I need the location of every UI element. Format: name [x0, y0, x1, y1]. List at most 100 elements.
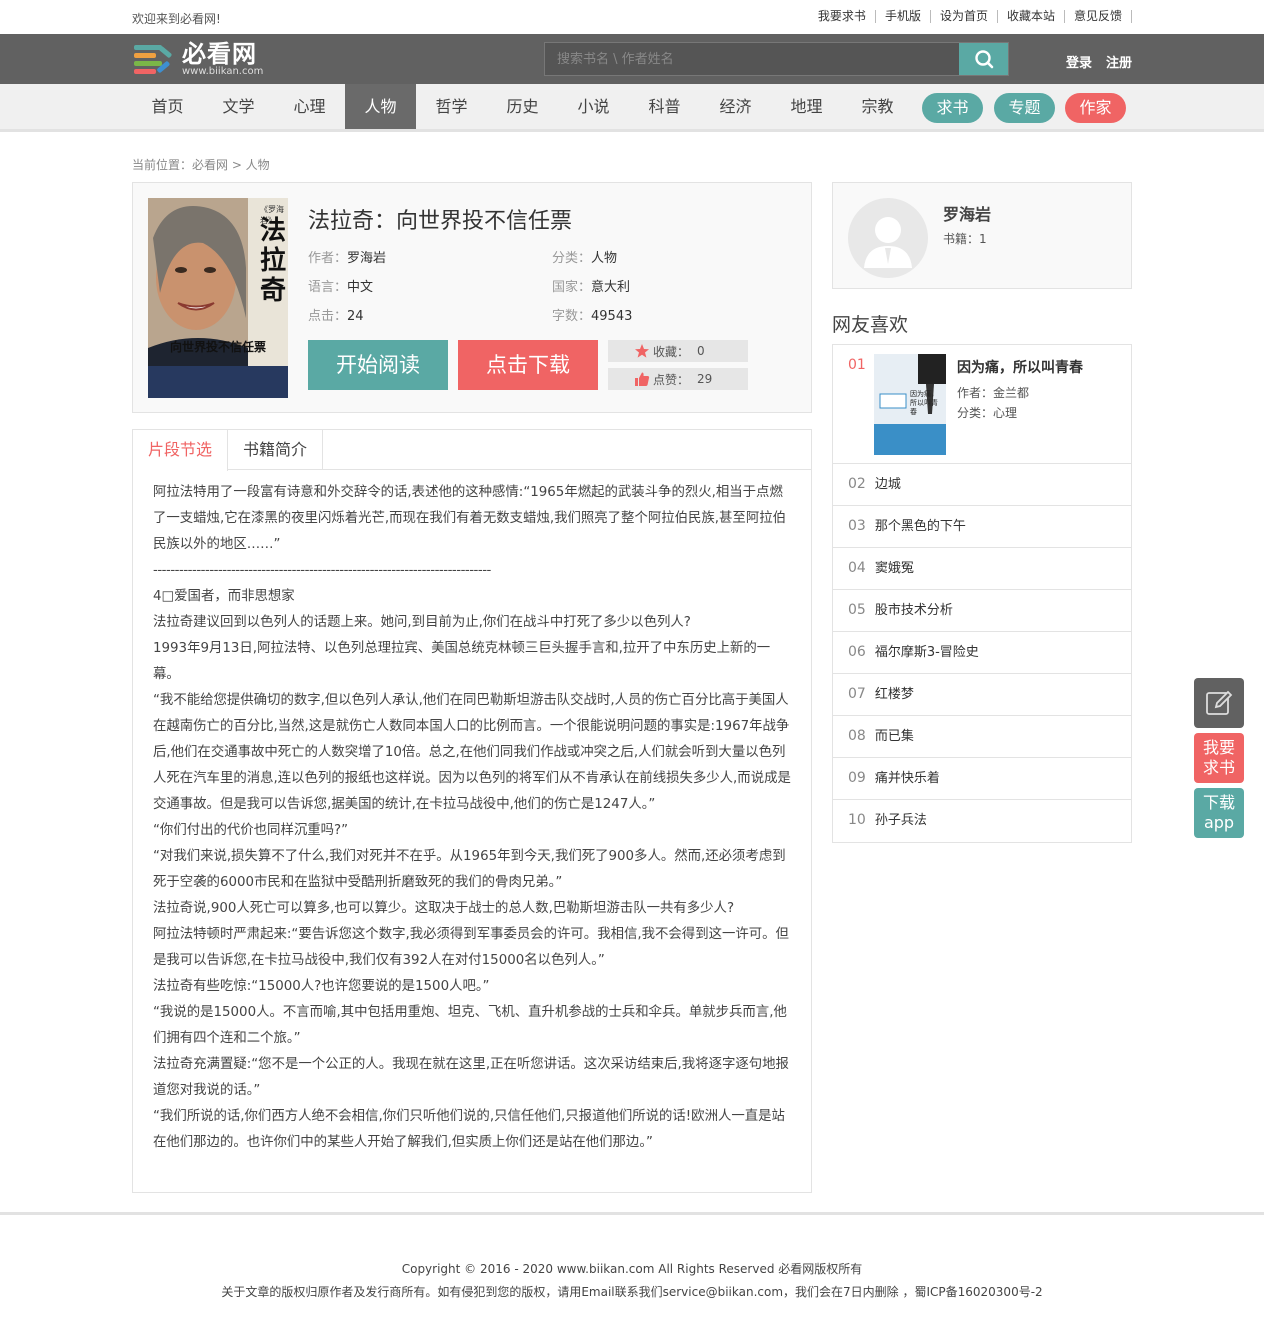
meta-words: 字数：49543	[552, 309, 633, 324]
recommend-title: 网友喜欢	[832, 314, 909, 336]
author-avatar[interactable]	[848, 198, 928, 278]
footer-copyright: Copyright © 2016 - 2020 www.biikan.com A…	[401, 1262, 863, 1276]
search-icon	[974, 50, 993, 69]
recommend-top-author: 作者：金兰都	[957, 386, 1030, 400]
excerpt-paragraph: 法拉奇说,900人死亡可以算多,也可以算少。这取决于战士的总人数,巴勒斯坦游击队…	[153, 901, 735, 916]
recommend-item[interactable]: 07 红楼梦	[833, 674, 1131, 716]
nav-item-literature[interactable]: 文学	[203, 84, 274, 129]
recommend-top-item[interactable]: 01 因为痛，所以叫青春 因为痛，所以叫青春 作者：金兰都 分类：心理	[833, 345, 1131, 464]
content-panel: 片段节选 书籍简介 阿拉法特用了一段富有诗意和外交辞令的话,表述他的这种感情:“…	[132, 429, 812, 1193]
auth-links: 登录 注册	[1066, 52, 1132, 71]
nav-item-economics[interactable]: 经济	[700, 84, 771, 129]
rank-number: 01	[848, 357, 866, 373]
meta-words-value: 49543	[591, 309, 633, 324]
float-request-book-button[interactable]: 我要 求书	[1194, 733, 1244, 783]
top-link-set-homepage[interactable]: 设为首页	[931, 10, 998, 23]
edit-icon	[1206, 690, 1233, 715]
excerpt-paragraph: 法拉奇建议回到以色列人的话题上来。她问,到目前为止,你们在战斗中打死了多少以色列…	[153, 615, 691, 630]
recommend-top-category: 分类：心理	[957, 406, 1018, 420]
header: 必看网 www.biikan.com 登录 注册	[0, 34, 1264, 84]
excerpt-paragraph: 1993年9月13日,阿拉法特、以色列总理拉宾、美国总统克林顿三巨头握手言和,拉…	[153, 641, 771, 682]
recommend-top-cover[interactable]: 因为痛，所以叫青春	[874, 354, 946, 455]
nav-item-science[interactable]: 科普	[629, 84, 700, 129]
favorite-button[interactable]: 收藏： 0	[608, 340, 748, 362]
search-button[interactable]	[959, 43, 1008, 75]
excerpt-separator: ----------------------------------------…	[153, 563, 491, 578]
nav-item-philosophy[interactable]: 哲学	[416, 84, 487, 129]
book-cover[interactable]: 《罗海岩》 法拉奇 向世界投不信任票	[148, 198, 288, 398]
nav-item-home[interactable]: 首页	[132, 84, 203, 129]
meta-country-value: 意大利	[591, 280, 631, 295]
top-link-request-book[interactable]: 我要求书	[809, 10, 876, 23]
nav-pill-authors[interactable]: 作家	[1065, 93, 1126, 123]
recommend-item[interactable]: 05 股市技术分析	[833, 590, 1131, 632]
user-silhouette-icon	[864, 217, 912, 268]
star-icon	[635, 344, 649, 358]
book-info-card: 《罗海岩》 法拉奇 向世界投不信任票 法拉奇：向世界投不信任票 作者：罗海岩 分…	[132, 182, 812, 413]
float-download-app-button[interactable]: 下载 app	[1194, 788, 1244, 838]
search-box	[544, 42, 1009, 76]
author-name[interactable]: 罗海岩	[943, 201, 991, 225]
recommend-item[interactable]: 08 而已集	[833, 716, 1131, 758]
recommend-item[interactable]: 04 窦娥冤	[833, 548, 1131, 590]
footer: Copyright © 2016 - 2020 www.biikan.com A…	[0, 1212, 1264, 1329]
nav-item-geography[interactable]: 地理	[771, 84, 842, 129]
logo-name: 必看网	[182, 39, 257, 68]
recommend-item[interactable]: 06 福尔摩斯3-冒险史	[833, 632, 1131, 674]
recommend-item[interactable]: 02 边城	[833, 464, 1131, 506]
meta-language: 语言：中文	[308, 280, 374, 295]
meta-country: 国家：意大利	[552, 280, 631, 295]
recommend-item[interactable]: 03 那个黑色的下午	[833, 506, 1131, 548]
top-link-feedback[interactable]: 意见反馈	[1065, 10, 1132, 23]
recommend-item[interactable]: 10 孙子兵法	[833, 800, 1131, 842]
content-tabs: 片段节选 书籍简介	[133, 430, 811, 471]
recommend-top-title[interactable]: 因为痛，所以叫青春	[957, 357, 1083, 377]
excerpt-paragraph: 阿拉法特顿时严肃起来:“要告诉您这个数字,我必须得到军事委员会的许可。我相信,我…	[153, 927, 789, 968]
excerpt-text: 阿拉法特用了一段富有诗意和外交辞令的话,表述他的这种感情:“1965年燃起的武装…	[133, 470, 811, 1156]
logo-mark-icon	[134, 43, 176, 75]
excerpt-paragraph: “我们所说的话,你们西方人绝不会相信,你们只听他们说的,只信任他们,只报道他们所…	[153, 1109, 785, 1150]
site-logo[interactable]: 必看网 www.biikan.com	[134, 42, 263, 76]
top-link-mobile[interactable]: 手机版	[876, 10, 931, 23]
breadcrumb: 当前位置：必看网 > 人物	[132, 158, 270, 172]
meta-clicks-value: 24	[347, 309, 364, 324]
top-link-bookmark[interactable]: 收藏本站	[998, 10, 1065, 23]
nav-item-fiction[interactable]: 小说	[558, 84, 629, 129]
start-reading-button[interactable]: 开始阅读	[308, 340, 448, 390]
excerpt-paragraph: 阿拉法特用了一段富有诗意和外交辞令的话,表述他的这种感情:“1965年燃起的武装…	[153, 485, 786, 552]
meta-category-value[interactable]: 人物	[591, 251, 617, 266]
like-button[interactable]: 点赞： 29	[608, 368, 748, 390]
cover-title: 法拉奇	[260, 216, 287, 306]
recommend-list: 01 因为痛，所以叫青春 因为痛，所以叫青春 作者：金兰都 分类：心理 02 边城…	[832, 344, 1132, 843]
nav-pill-topics[interactable]: 专题	[994, 93, 1055, 123]
login-link[interactable]: 登录	[1066, 52, 1092, 71]
meta-author: 作者：罗海岩	[308, 251, 387, 266]
meta-clicks: 点击：24	[308, 309, 364, 324]
thumbs-up-icon	[635, 372, 650, 386]
excerpt-paragraph: 4□爱国者，而非思想家	[153, 589, 295, 604]
author-card: 罗海岩 书籍：1	[832, 182, 1132, 289]
nav-item-biography[interactable]: 人物	[345, 84, 416, 129]
favorites-count: 0	[697, 344, 705, 358]
main-nav: 首页 文学 心理 人物 哲学 历史 小说 科普 经济 地理 宗教 求书 专题 作…	[0, 84, 1264, 132]
nav-pill-request[interactable]: 求书	[922, 93, 983, 123]
tab-introduction[interactable]: 书籍简介	[228, 430, 323, 470]
excerpt-paragraph: “你们付出的代价也同样沉重吗?”	[153, 823, 349, 838]
recommend-cover-title: 因为痛，所以叫青春	[910, 390, 938, 416]
meta-author-value[interactable]: 罗海岩	[347, 251, 386, 266]
recommend-item[interactable]: 09 痛并快乐着	[833, 758, 1131, 800]
search-input[interactable]	[545, 43, 959, 75]
logo-url: www.biikan.com	[182, 65, 264, 77]
excerpt-paragraph: “我说的是15000人。不言而喻,其中包括用重炮、坦克、飞机、直升机参战的士兵和…	[153, 1005, 787, 1046]
float-edit-button[interactable]	[1194, 678, 1244, 728]
nav-item-history[interactable]: 历史	[487, 84, 558, 129]
nav-item-religion[interactable]: 宗教	[842, 84, 913, 129]
welcome-text: 欢迎来到必看网!	[132, 12, 221, 26]
tab-excerpt[interactable]: 片段节选	[133, 430, 228, 471]
excerpt-paragraph: “我不能给您提供确切的数字,但以色列人承认,他们在同巴勒斯坦游击队交战时,人员的…	[153, 693, 791, 812]
register-link[interactable]: 注册	[1106, 52, 1132, 71]
download-button[interactable]: 点击下载	[458, 340, 598, 390]
meta-category: 分类：人物	[552, 251, 618, 266]
excerpt-paragraph: 法拉奇有些吃惊:“15000人?也许您要说的是1500人吧。”	[153, 979, 490, 994]
nav-item-psychology[interactable]: 心理	[274, 84, 345, 129]
